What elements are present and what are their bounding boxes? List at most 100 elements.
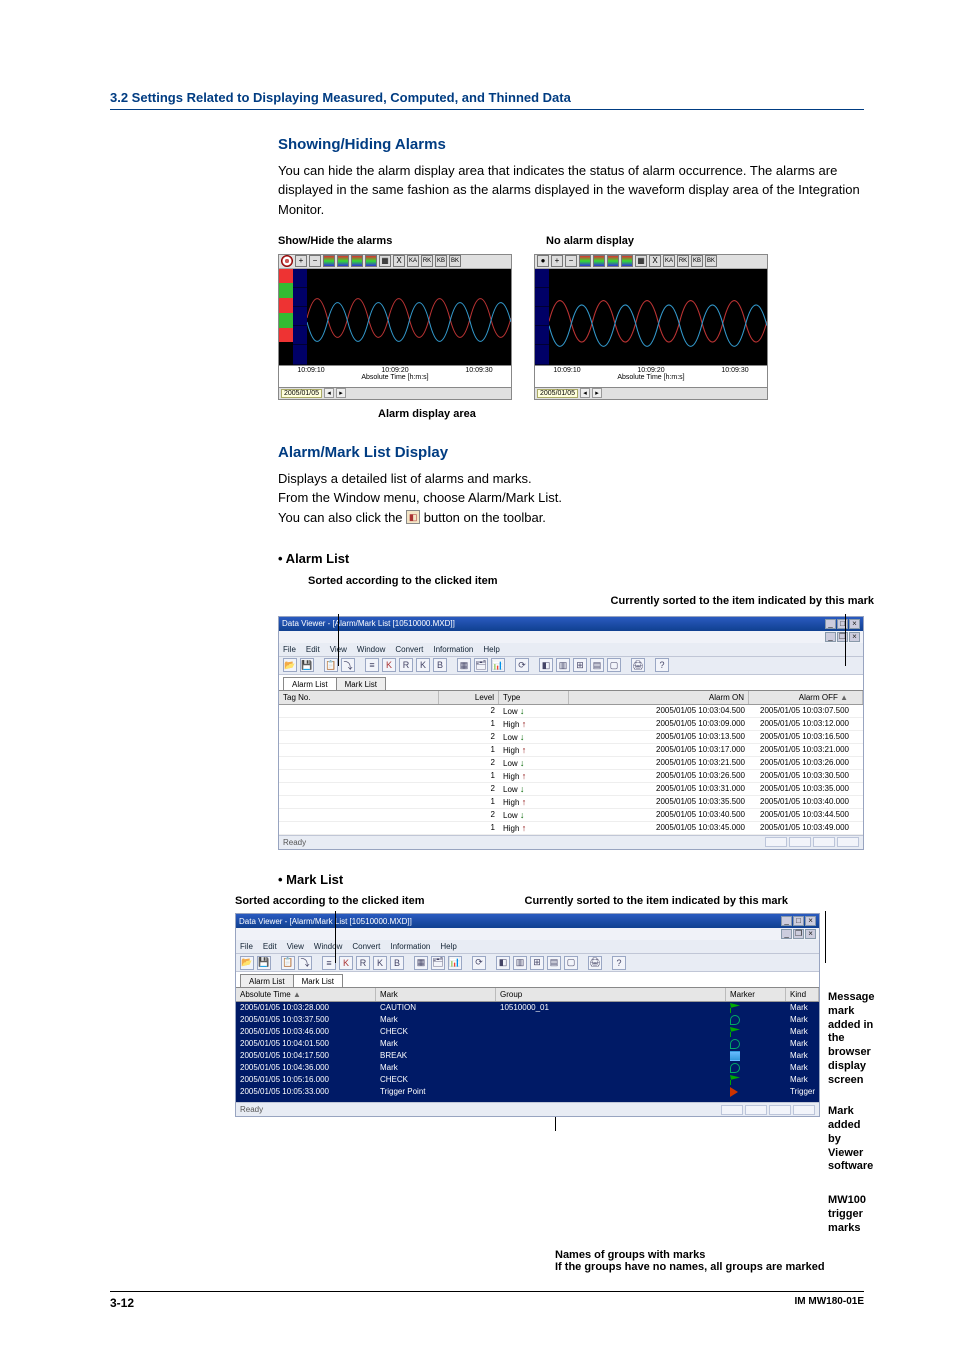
table-row[interactable]: 2005/01/05 10:04:36.000MarkMark — [236, 1062, 819, 1074]
x-axis-left: 10:09:10 10:09:20Absolute Time [h:m:s] 1… — [279, 365, 511, 387]
heading-show-hide: Showing/Hiding Alarms — [278, 134, 864, 157]
fig-caption-area: Alarm display area — [378, 406, 864, 423]
tool-kbr[interactable]: KB — [691, 255, 703, 267]
tool-x[interactable]: X — [393, 255, 405, 267]
page-right-r[interactable]: ▸ — [592, 388, 602, 398]
palette-r3[interactable] — [607, 255, 619, 267]
table-row[interactable]: 2Low ↓2005/01/05 10:03:31.0002005/01/05 … — [279, 783, 863, 796]
tool-bkr[interactable]: BK — [705, 255, 717, 267]
side-note-1: Message mark added in the browser displa… — [828, 991, 874, 1087]
table-row[interactable]: 1High ↑2005/01/05 10:03:17.0002005/01/05… — [279, 744, 863, 757]
p-alarm-2: From the Window menu, choose Alarm/Mark … — [278, 488, 864, 508]
date-label: 2005/01/05 — [281, 389, 322, 398]
heading-alarm-mark: Alarm/Mark List Display — [278, 442, 864, 465]
fig-waveform-no-alarms: ● + − ▦ X KA RK KB BK — [534, 254, 768, 400]
para-show-hide: You can hide the alarm display area that… — [278, 161, 864, 220]
table-row[interactable]: 2005/01/05 10:03:37.500MarkMark — [236, 1014, 819, 1026]
table-row[interactable]: 2005/01/05 10:05:16.000CHECKMark — [236, 1074, 819, 1086]
sort-indicator-ml-icon: ▲ — [293, 990, 301, 999]
grid-header-ml[interactable]: Absolute Time ▲ Mark Group Marker Kind — [236, 988, 819, 1002]
side-note-3: MW100 trigger marks — [828, 1194, 874, 1235]
bottom-note-1: Names of groups with marks — [555, 1249, 864, 1261]
palette-button-4[interactable] — [365, 255, 377, 267]
zoom-in-button[interactable]: + — [295, 255, 307, 267]
btn-a[interactable]: ● — [537, 255, 549, 267]
alarm-list-toolbar-icon: ◧ — [406, 510, 420, 524]
table-row[interactable]: 2005/01/05 10:04:01.500MarkMark — [236, 1038, 819, 1050]
table-row[interactable]: 1High ↑2005/01/05 10:03:09.0002005/01/05… — [279, 718, 863, 731]
table-row[interactable]: 2005/01/05 10:03:46.000CHECKMark — [236, 1026, 819, 1038]
grid-header-al[interactable]: Tag No. Level Type Alarm ON Alarm OFF ▲ — [279, 691, 863, 705]
page-left-r[interactable]: ◂ — [580, 388, 590, 398]
zoom-in-button-r[interactable]: + — [551, 255, 563, 267]
palette-button-2[interactable] — [337, 255, 349, 267]
bullet-mark-list: • Mark List — [278, 870, 864, 890]
sort-indicator-icon: ▲ — [840, 693, 848, 702]
palette-r2[interactable] — [593, 255, 605, 267]
grid-button[interactable]: ▦ — [379, 255, 391, 267]
palette-button-3[interactable] — [351, 255, 363, 267]
plot-area-left — [307, 269, 511, 365]
table-row[interactable]: 1High ↑2005/01/05 10:03:26.5002005/01/05… — [279, 770, 863, 783]
grid-button-r[interactable]: ▦ — [635, 255, 647, 267]
doc-id: IM MW180-01E — [795, 1296, 864, 1310]
callout-line-sort-al — [338, 614, 339, 666]
window-buttons-al[interactable]: _□× — [824, 619, 860, 629]
toolbar-ml[interactable]: 📂💾📋⤵ ≡KRKB ▦🗂📊⟳ ◧▥⊞▤▢ 🖨? — [236, 954, 819, 972]
table-row[interactable]: 1High ↑2005/01/05 10:03:35.5002005/01/05… — [279, 796, 863, 809]
page-left[interactable]: ◂ — [324, 388, 334, 398]
callout-line-groups — [555, 1117, 556, 1131]
toolbar-al[interactable]: 📂💾📋⤵ ≡KRKB ▦🗂📊⟳ ◧▥⊞▤▢ 🖨? — [279, 657, 863, 675]
alarm-list-window: Data Viewer - [Alarm/Mark List [10510000… — [278, 616, 864, 850]
y-strip — [293, 269, 307, 365]
tool-rk[interactable]: RK — [421, 255, 433, 267]
p-alarm-1: Displays a detailed list of alarms and m… — [278, 469, 864, 489]
ann-sorted-al: Sorted according to the clicked item — [308, 573, 864, 590]
menu-bar-ml[interactable]: FileEditViewWindowConvertInformationHelp — [236, 940, 819, 954]
fig-waveform-with-alarms: + − ▦ X KA RK KB BK — [278, 254, 512, 400]
table-row[interactable]: 2Low ↓2005/01/05 10:03:21.5002005/01/05 … — [279, 757, 863, 770]
zoom-out-button[interactable]: − — [309, 255, 321, 267]
fig-caption-right: No alarm display — [546, 233, 634, 250]
status-ml: Ready — [240, 1105, 263, 1114]
tab-alarm-list[interactable]: Alarm List — [283, 677, 337, 690]
tabs-al[interactable]: Alarm List Mark List — [279, 675, 863, 691]
callout-line-curr-ml — [825, 911, 826, 963]
palette-r1[interactable] — [579, 255, 591, 267]
plot-area-right — [549, 269, 767, 365]
ann-curr-ml: Currently sorted to the item indicated b… — [525, 895, 788, 907]
tool-kb[interactable]: KB — [435, 255, 447, 267]
tab-alarm-list-ml[interactable]: Alarm List — [240, 974, 294, 987]
tab-mark-list-al[interactable]: Mark List — [336, 677, 386, 690]
mark-list-window: Data Viewer - [Alarm/Mark List [10510000… — [235, 913, 820, 1117]
doc-window-buttons-ml[interactable]: _❐× — [780, 929, 816, 939]
tool-ka[interactable]: KA — [407, 255, 419, 267]
palette-button-1[interactable] — [323, 255, 335, 267]
window-buttons-ml[interactable]: _□× — [780, 916, 816, 926]
page-right[interactable]: ▸ — [336, 388, 346, 398]
eye-icon[interactable] — [281, 255, 293, 267]
section-header: 3.2 Settings Related to Displaying Measu… — [110, 90, 864, 110]
tabs-ml[interactable]: Alarm List Mark List — [236, 972, 819, 988]
page-number: 3-12 — [110, 1296, 134, 1310]
table-row[interactable]: 2Low ↓2005/01/05 10:03:04.5002005/01/05 … — [279, 705, 863, 718]
grid-body-al: 2Low ↓2005/01/05 10:03:04.5002005/01/05 … — [279, 705, 863, 835]
tool-rkr[interactable]: RK — [677, 255, 689, 267]
table-row[interactable]: 1High ↑2005/01/05 10:03:45.0002005/01/05… — [279, 822, 863, 835]
table-row[interactable]: 2005/01/05 10:05:33.000Trigger PointTrig… — [236, 1086, 819, 1098]
table-row[interactable]: 2Low ↓2005/01/05 10:03:40.5002005/01/05 … — [279, 809, 863, 822]
grid-body-ml: 2005/01/05 10:03:28.000CAUTION10510000_0… — [236, 1002, 819, 1102]
date-label-r: 2005/01/05 — [537, 389, 578, 398]
doc-window-buttons-al[interactable]: _❐× — [824, 632, 860, 642]
tool-kar[interactable]: KA — [663, 255, 675, 267]
table-row[interactable]: 2005/01/05 10:03:28.000CAUTION10510000_0… — [236, 1002, 819, 1014]
table-row[interactable]: 2005/01/05 10:04:17.500BREAKMark — [236, 1050, 819, 1062]
tab-mark-list[interactable]: Mark List — [293, 974, 343, 987]
table-row[interactable]: 2Low ↓2005/01/05 10:03:13.5002005/01/05 … — [279, 731, 863, 744]
zoom-out-button-r[interactable]: − — [565, 255, 577, 267]
tool-bk[interactable]: BK — [449, 255, 461, 267]
tool-xr[interactable]: X — [649, 255, 661, 267]
palette-r4[interactable] — [621, 255, 633, 267]
menu-bar-al[interactable]: FileEditViewWindowConvertInformationHelp — [279, 643, 863, 657]
callout-line-sort-ml — [335, 911, 336, 963]
